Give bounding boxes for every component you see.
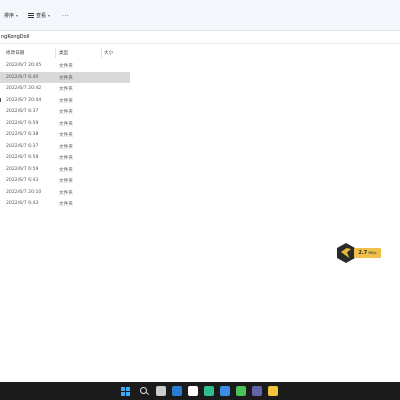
file-date: 2022/6/7 20:44 bbox=[6, 97, 42, 103]
truncated-name-fragment bbox=[0, 97, 1, 102]
file-row[interactable]: 2022/6/7 6:43 文件夹 bbox=[0, 198, 130, 210]
file-type: 文件夹 bbox=[59, 110, 73, 115]
start-icon[interactable] bbox=[121, 386, 130, 396]
file-row[interactable]: 2022/6/7 6:40 文件夹 bbox=[0, 71, 130, 83]
address-divider bbox=[0, 43, 400, 44]
sort-label: 排序 bbox=[4, 13, 15, 19]
search-icon[interactable] bbox=[139, 386, 149, 396]
file-type: 文件夹 bbox=[59, 98, 73, 104]
view-list-icon bbox=[28, 13, 34, 18]
file-date: 2022/6/7 6:59 bbox=[6, 166, 39, 172]
column-header-size[interactable]: 大小 bbox=[104, 50, 113, 56]
file-date: 2022/6/7 20:42 bbox=[6, 86, 42, 91]
capcut-icon[interactable] bbox=[188, 386, 198, 396]
file-date: 2022/6/7 6:37 bbox=[6, 109, 39, 114]
file-row[interactable]: 2022/6/7 6:58 文件夹 bbox=[0, 152, 130, 164]
file-row[interactable]: 2022/6/7 20:45 文件夹 bbox=[0, 60, 130, 72]
column-headers: 修改日期 类型 大小 bbox=[0, 48, 130, 58]
file-type: 文件夹 bbox=[59, 144, 73, 150]
taskbar bbox=[0, 382, 400, 400]
wechat-icon[interactable] bbox=[236, 386, 246, 396]
address-bar[interactable]: ngKongDoll bbox=[0, 32, 400, 42]
file-type: 文件夹 bbox=[59, 121, 73, 127]
file-date: 2022/6/7 6:58 bbox=[6, 155, 39, 160]
download-speed-widget[interactable]: 2.7 MB/s bbox=[337, 243, 384, 263]
mail-icon[interactable] bbox=[172, 386, 182, 396]
command-bar: 排序 ▾ 查看 ▾ ··· bbox=[0, 0, 400, 30]
file-row[interactable]: 2022/6/7 6:43 文件夹 bbox=[0, 175, 130, 187]
view-button[interactable]: 查看 ▾ bbox=[28, 12, 50, 19]
more-options-button[interactable]: ··· bbox=[62, 13, 69, 20]
file-row[interactable]: 2022/6/7 6:59 文件夹 bbox=[0, 164, 130, 176]
file-type: 文件夹 bbox=[59, 167, 73, 173]
edge-icon[interactable] bbox=[204, 386, 214, 396]
file-date: 2022/6/7 6:43 bbox=[6, 178, 39, 183]
file-date: 2022/6/7 20:10 bbox=[6, 189, 42, 195]
file-date: 2022/6/7 6:43 bbox=[6, 201, 39, 206]
file-explorer-icon[interactable] bbox=[268, 386, 278, 396]
file-type: 文件夹 bbox=[59, 64, 73, 69]
file-type: 文件夹 bbox=[59, 190, 73, 196]
column-header-date[interactable]: 修改日期 bbox=[6, 50, 24, 56]
view-label: 查看 bbox=[36, 13, 47, 19]
store-icon[interactable] bbox=[220, 386, 230, 396]
file-type: 文件夹 bbox=[59, 179, 73, 184]
file-date: 2022/6/7 6:38 bbox=[6, 132, 39, 137]
file-type: 文件夹 bbox=[59, 133, 73, 138]
column-header-type[interactable]: 类型 bbox=[59, 50, 68, 56]
file-date: 2022/6/7 6:59 bbox=[6, 120, 39, 126]
column-divider[interactable] bbox=[55, 48, 56, 58]
address-path: ngKongDoll bbox=[1, 34, 30, 40]
file-row[interactable]: 2022/6/7 20:10 文件夹 bbox=[0, 187, 130, 199]
speed-badge: 2.7 MB/s bbox=[354, 248, 381, 258]
file-row[interactable]: 2022/6/7 6:59 文件夹 bbox=[0, 118, 130, 130]
chevron-down-icon: ▾ bbox=[16, 13, 19, 18]
file-row[interactable]: 2022/6/7 20:42 文件夹 bbox=[0, 83, 130, 95]
file-row[interactable]: 2022/6/7 20:44 文件夹 bbox=[0, 95, 130, 107]
file-date: 2022/6/7 6:40 bbox=[6, 74, 39, 80]
speed-value: 2.7 bbox=[358, 250, 368, 256]
file-date: 2022/6/7 20:45 bbox=[6, 63, 42, 68]
teams-icon[interactable] bbox=[252, 386, 262, 396]
file-type: 文件夹 bbox=[59, 87, 73, 92]
sort-button[interactable]: 排序 ▾ bbox=[4, 12, 18, 19]
file-type: 文件夹 bbox=[59, 202, 73, 207]
file-row[interactable]: 2022/6/7 6:37 文件夹 bbox=[0, 106, 130, 118]
file-row[interactable]: 2022/6/7 6:38 文件夹 bbox=[0, 129, 130, 141]
toolbar-divider bbox=[0, 30, 400, 31]
speed-unit: MB/s bbox=[368, 251, 377, 255]
task-view-icon[interactable] bbox=[156, 386, 166, 396]
file-date: 2022/6/7 6:37 bbox=[6, 143, 39, 149]
chevron-down-icon: ▾ bbox=[48, 13, 51, 18]
file-type: 文件夹 bbox=[59, 75, 73, 81]
file-type: 文件夹 bbox=[59, 156, 73, 161]
column-divider[interactable] bbox=[101, 48, 102, 58]
file-list: 2022/6/7 20:45 文件夹 2022/6/7 6:40 文件夹 2022/6/… bbox=[0, 60, 130, 210]
file-row[interactable]: 2022/6/7 6:37 文件夹 bbox=[0, 141, 130, 153]
